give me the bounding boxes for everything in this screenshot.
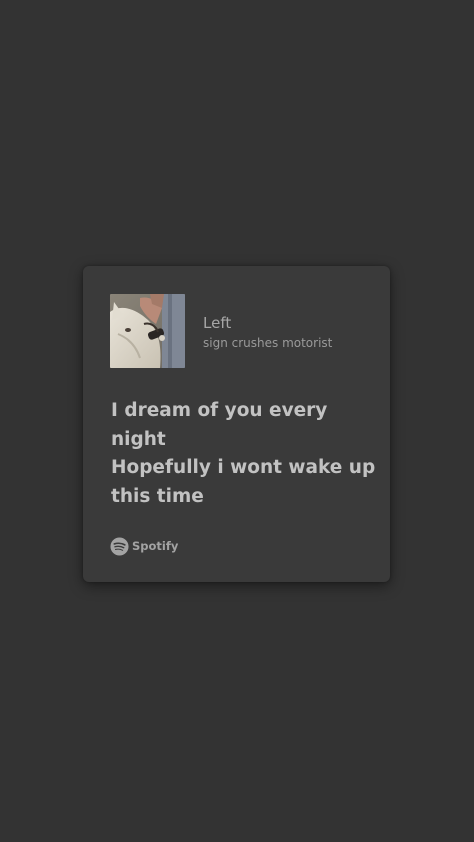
lyrics-share-card[interactable]: Left sign crushes motorist I dream of yo… (83, 266, 390, 582)
lyric-line: Hopefully i wont wake up (111, 457, 376, 478)
lyrics-block: I dream of you every night Hopefully i w… (111, 397, 381, 511)
album-cover-image (110, 294, 185, 368)
lyric-line: I dream of you every (111, 400, 328, 421)
track-artist: sign crushes motorist (203, 336, 333, 350)
lyric-line: this time (111, 485, 204, 507)
spotify-wordmark: Spotify (132, 539, 179, 553)
track-title: Left (203, 314, 232, 332)
lyric-line: night (111, 428, 166, 450)
spotify-branding[interactable]: Spotify (110, 536, 178, 556)
screen: { "track": { "title": "Left", "artist": … (0, 0, 474, 842)
spotify-logo-icon (110, 536, 129, 556)
